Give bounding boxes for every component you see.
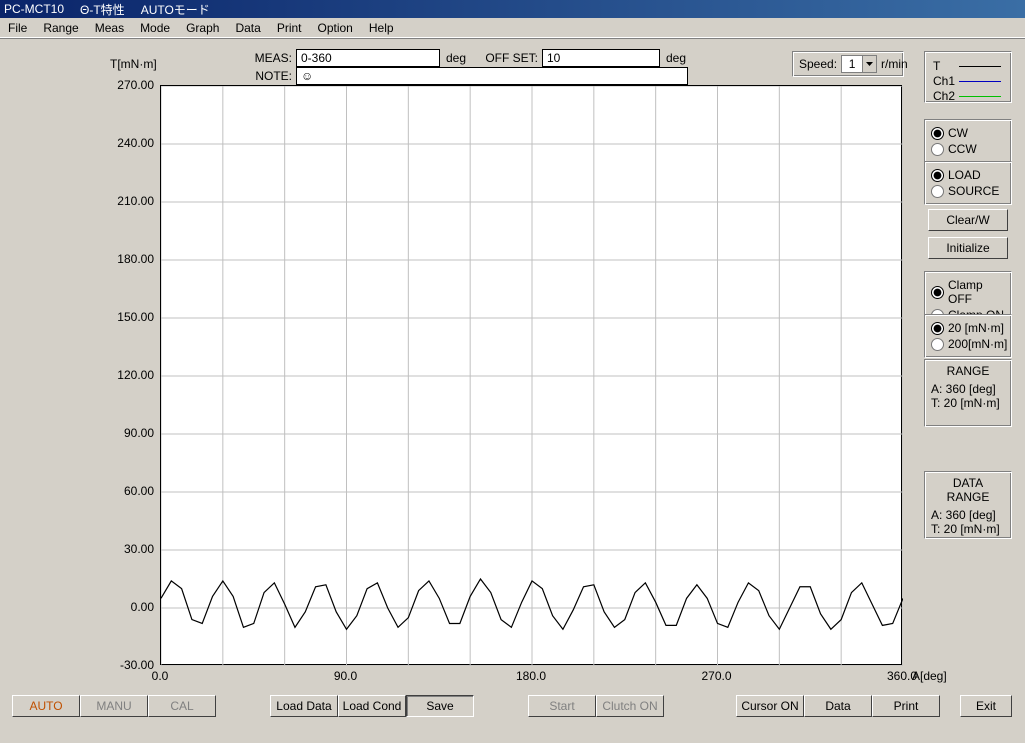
x-tick: 180.0: [511, 669, 551, 683]
chart-area: [160, 85, 902, 665]
offset-unit: deg: [666, 51, 686, 65]
data-range-title: DATA RANGE: [931, 476, 1005, 504]
menu-meas[interactable]: Meas: [95, 21, 124, 35]
radio-cw[interactable]: CW: [931, 126, 1005, 140]
offset-label: OFF SET:: [482, 51, 542, 65]
range-title: RANGE: [931, 364, 1005, 378]
meas-label: MEAS:: [250, 51, 296, 65]
legend-box: T Ch1 Ch2: [924, 51, 1012, 103]
data-range-a: A: 360 [deg]: [931, 508, 1005, 522]
radio-load[interactable]: LOAD: [931, 168, 1005, 182]
title-bar: PC-MCT10 Θ-T特性 AUTOモード: [0, 0, 1025, 18]
torque-unit-group: 20 [mN·m] 200[mN·m]: [924, 314, 1012, 358]
note-row: NOTE:: [250, 67, 688, 85]
load-source-group: LOAD SOURCE: [924, 161, 1012, 205]
legend-t-line: [959, 66, 1001, 67]
speed-label: Speed:: [799, 57, 837, 71]
x-tick: 90.0: [326, 669, 366, 683]
y-axis-label: T[mN·m]: [110, 57, 157, 71]
title-sub: Θ-T特性: [80, 1, 125, 18]
menu-graph[interactable]: Graph: [186, 21, 219, 35]
range-box: RANGE A: 360 [deg] T: 20 [mN·m]: [924, 359, 1012, 427]
menu-range[interactable]: Range: [43, 21, 78, 35]
meas-unit: deg: [446, 51, 482, 65]
title-app: PC-MCT10: [4, 2, 64, 16]
start-button[interactable]: Start: [528, 695, 596, 717]
menu-bar: File Range Meas Mode Graph Data Print Op…: [0, 18, 1025, 38]
y-tick: 270.00: [108, 78, 154, 92]
x-axis-label: A[deg]: [912, 669, 947, 683]
cal-button[interactable]: CAL: [148, 695, 216, 717]
note-input[interactable]: [296, 67, 688, 85]
y-tick: 90.00: [108, 426, 154, 440]
menu-mode[interactable]: Mode: [140, 21, 170, 35]
save-button[interactable]: Save: [406, 695, 474, 717]
meas-input[interactable]: [296, 49, 440, 67]
y-tick: 60.00: [108, 484, 154, 498]
y-tick: 120.00: [108, 368, 154, 382]
radio-source[interactable]: SOURCE: [931, 184, 1005, 198]
cursor-on-button[interactable]: Cursor ON: [736, 695, 804, 717]
x-tick: 0.0: [140, 669, 180, 683]
offset-input[interactable]: [542, 49, 660, 67]
menu-file[interactable]: File: [8, 21, 27, 35]
manu-button[interactable]: MANU: [80, 695, 148, 717]
legend-ch2: Ch2: [933, 89, 959, 103]
menu-option[interactable]: Option: [318, 21, 353, 35]
range-t: T: 20 [mN·m]: [931, 396, 1005, 410]
radio-200mnm[interactable]: 200[mN·m]: [931, 337, 1005, 351]
y-tick: 0.00: [108, 600, 154, 614]
y-tick: 30.00: [108, 542, 154, 556]
legend-ch2-line: [959, 96, 1001, 97]
note-label: NOTE:: [250, 69, 296, 83]
y-tick: 150.00: [108, 310, 154, 324]
y-tick: 240.00: [108, 136, 154, 150]
radio-ccw[interactable]: CCW: [931, 142, 1005, 156]
load-cond-button[interactable]: Load Cond: [338, 695, 406, 717]
speed-combo[interactable]: [841, 55, 877, 73]
print-button[interactable]: Print: [872, 695, 940, 717]
menu-print[interactable]: Print: [277, 21, 302, 35]
speed-unit: r/min: [881, 57, 908, 71]
radio-clamp-off[interactable]: Clamp OFF: [931, 278, 1005, 306]
y-tick: 210.00: [108, 194, 154, 208]
legend-ch1: Ch1: [933, 74, 959, 88]
chevron-down-icon[interactable]: [862, 56, 876, 72]
title-mode: AUTOモード: [141, 1, 210, 18]
clutch-on-button[interactable]: Clutch ON: [596, 695, 664, 717]
speed-box: Speed: r/min: [792, 51, 904, 77]
data-button[interactable]: Data: [804, 695, 872, 717]
auto-button[interactable]: AUTO: [12, 695, 80, 717]
menu-help[interactable]: Help: [369, 21, 394, 35]
load-data-button[interactable]: Load Data: [270, 695, 338, 717]
range-a: A: 360 [deg]: [931, 382, 1005, 396]
radio-20mnm[interactable]: 20 [mN·m]: [931, 321, 1005, 335]
menu-data[interactable]: Data: [235, 21, 260, 35]
exit-button[interactable]: Exit: [960, 695, 1012, 717]
initialize-button[interactable]: Initialize: [928, 237, 1008, 259]
data-range-box: DATA RANGE A: 360 [deg] T: 20 [mN·m]: [924, 471, 1012, 539]
legend-ch1-line: [959, 81, 1001, 82]
meas-row: MEAS: deg OFF SET: deg: [250, 49, 686, 67]
legend-t: T: [933, 59, 959, 73]
speed-value[interactable]: [842, 57, 862, 71]
x-tick: 270.0: [697, 669, 737, 683]
direction-group: CW CCW: [924, 119, 1012, 163]
clear-w-button[interactable]: Clear/W: [928, 209, 1008, 231]
y-tick: 180.00: [108, 252, 154, 266]
data-range-t: T: 20 [mN·m]: [931, 522, 1005, 536]
